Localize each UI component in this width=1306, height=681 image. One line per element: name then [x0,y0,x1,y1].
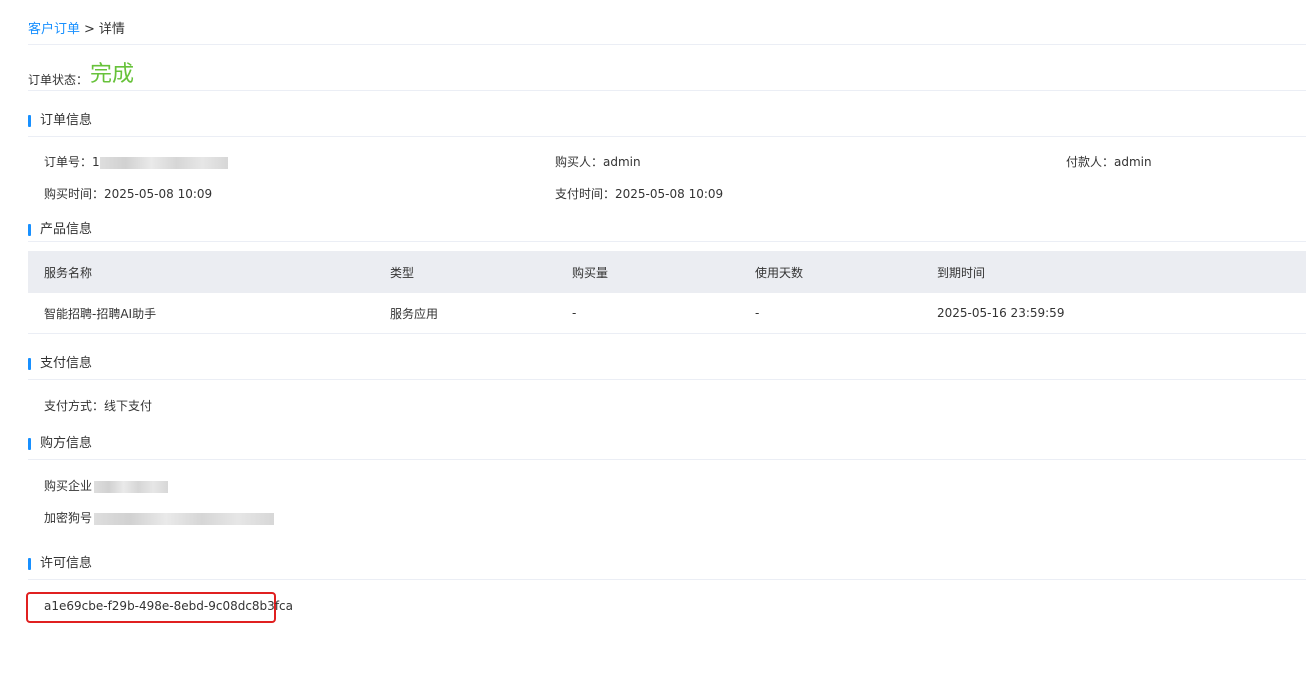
order-number-label: 订单号： [44,155,93,169]
table-cell: - [755,306,760,320]
payment-method-label: 支付方式： [44,399,105,413]
purchase-time-label: 购买时间： [44,187,105,201]
redacted-block [94,512,275,525]
order-detail-page: 客户订单 > 详情 订单状态： 完成 订单信息 订单号：1 购买人：admin 付款… [0,0,1306,681]
pay-time-value: 2025-05-08 10:09 [615,187,724,201]
order-number-field: 订单号：1 [44,154,228,170]
divider [28,241,1306,242]
breadcrumb-separator: > [84,22,95,37]
payment-method-field: 支付方式：线下支付 [44,398,152,414]
payer-value: admin [1114,155,1152,169]
section-title-payment-info: 支付信息 [28,356,92,372]
payer-field: 付款人：admin [1066,154,1152,170]
divider [28,579,1306,580]
divider [28,459,1306,460]
order-number-value: 1 [92,155,100,169]
table-cell: 2025-05-16 23:59:59 [937,306,1065,320]
order-status-value: 完成 [90,62,135,87]
divider [28,44,1306,45]
section-title-license-info: 许可信息 [28,556,92,572]
product-table: 服务名称 类型 购买量 使用天数 到期时间 智能招聘-招聘AI助手 服务应用 -… [28,251,1306,334]
section-title-buyer-info: 购方信息 [28,436,92,452]
redacted-block [94,480,169,493]
payment-method-value: 线下支付 [104,399,153,413]
column-header-service-name: 服务名称 [44,265,93,280]
pay-time-field: 支付时间：2025-05-08 10:09 [555,186,723,202]
breadcrumb-link-customer-orders[interactable]: 客户订单 [28,22,80,37]
column-header-quantity: 购买量 [572,265,609,280]
pay-time-label: 支付时间： [555,187,616,201]
column-header-days: 使用天数 [755,265,804,280]
order-status-label: 订单状态： [28,73,89,87]
breadcrumb: 客户订单 > 详情 [28,21,125,39]
section-title-order-info: 订单信息 [28,113,92,129]
license-key: a1e69cbe-f29b-498e-8ebd-9c08dc8b3fca [44,599,293,613]
purchase-time-field: 购买时间：2025-05-08 10:09 [44,186,212,202]
table-row: 智能招聘-招聘AI助手 服务应用 - - 2025-05-16 23:59:59 [28,293,1306,334]
buyer-company-label: 购买企业 [44,479,93,493]
divider [28,136,1306,137]
buyer-label: 购买人： [555,155,604,169]
purchase-time-value: 2025-05-08 10:09 [104,187,213,201]
redacted-block [99,156,228,169]
table-header: 服务名称 类型 购买量 使用天数 到期时间 [28,251,1306,293]
breadcrumb-current: 详情 [98,22,125,37]
table-cell: 服务应用 [390,306,439,321]
column-header-expire-time: 到期时间 [937,265,986,280]
dongle-number-label: 加密狗号 [44,511,93,525]
order-status: 订单状态： 完成 [28,60,134,90]
table-cell: - [572,306,577,320]
table-cell: 智能招聘-招聘AI助手 [44,306,157,321]
divider [28,379,1306,380]
buyer-company-field: 购买企业 [44,478,169,494]
buyer-field: 购买人：admin [555,154,641,170]
buyer-value: admin [603,155,641,169]
dongle-number-field: 加密狗号 [44,510,275,526]
column-header-type: 类型 [390,265,415,280]
payer-label: 付款人： [1066,155,1115,169]
divider [28,90,1306,91]
section-title-product-info: 产品信息 [28,222,92,238]
